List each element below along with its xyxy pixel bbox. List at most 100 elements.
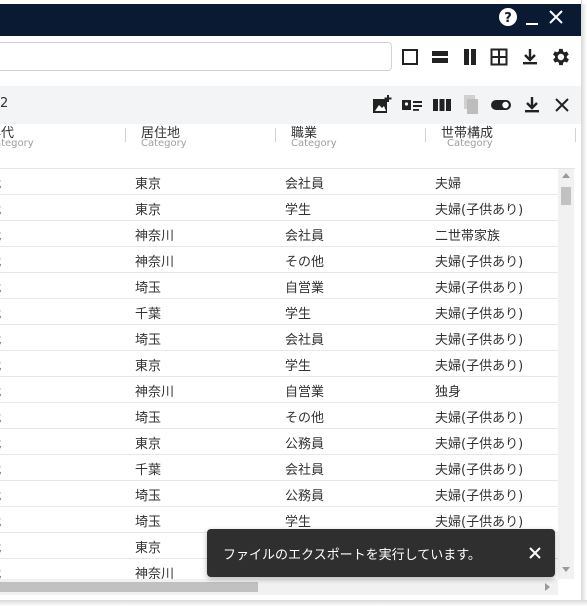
- close-icon[interactable]: [525, 543, 545, 563]
- split-horizontal-icon[interactable]: [429, 47, 451, 67]
- svg-text:?: ?: [504, 11, 512, 26]
- table-cell: 代: [0, 407, 1, 426]
- add-image-icon[interactable]: [371, 95, 393, 115]
- table-cell: 神奈川: [135, 385, 175, 400]
- table-cell: 夫婦: [435, 177, 462, 192]
- table-cell: 代: [0, 537, 1, 556]
- table-cell: 埼玉: [135, 489, 162, 504]
- column-type: Category: [291, 138, 337, 149]
- table-cell: 自営業: [285, 281, 325, 296]
- table-cell: その他: [285, 255, 325, 270]
- table-row[interactable]: 代 神奈川 その他 夫婦(子供あり): [0, 247, 558, 273]
- horizontal-scrollbar[interactable]: [0, 579, 558, 595]
- column-header-residence[interactable]: 居住地 Category: [141, 122, 271, 168]
- copy-icon[interactable]: [460, 95, 482, 115]
- column-separator[interactable]: [425, 128, 426, 142]
- column-header-age[interactable]: 年代 Category: [0, 122, 120, 168]
- table-cell: 東京: [135, 359, 162, 374]
- table-cell: 夫婦(子供あり): [435, 255, 524, 270]
- settings-gear-icon[interactable]: [548, 47, 572, 67]
- table-row[interactable]: 代 千葉 会社員 夫婦(子供あり): [0, 455, 558, 481]
- download-icon[interactable]: [519, 47, 541, 67]
- single-view-icon[interactable]: [399, 47, 421, 67]
- table-cell: 代: [0, 225, 1, 244]
- search-input[interactable]: [0, 42, 392, 71]
- table-cell: 公務員: [285, 437, 325, 452]
- table-cell: その他: [285, 411, 325, 426]
- columns-icon[interactable]: [431, 95, 453, 115]
- title-bar: [0, 4, 581, 36]
- table-cell: 神奈川: [135, 229, 175, 244]
- table-cell: 夫婦(子供あり): [435, 515, 524, 530]
- table-row[interactable]: 代 東京 公務員 夫婦(子供あり): [0, 429, 558, 455]
- column-separator[interactable]: [575, 128, 576, 142]
- table-cell: 公務員: [285, 489, 325, 504]
- close-icon[interactable]: [546, 7, 566, 27]
- table-cell: 神奈川: [135, 567, 175, 579]
- table-cell: 会社員: [285, 333, 325, 348]
- toggle-icon[interactable]: [490, 95, 512, 115]
- table-cell: 会社員: [285, 229, 325, 244]
- table-cell: 学生: [285, 307, 312, 322]
- column-separator[interactable]: [125, 128, 126, 142]
- table-row[interactable]: 代 神奈川 自営業 独身: [0, 377, 558, 403]
- window-shadow-bottom: [0, 600, 587, 606]
- table-cell: 埼玉: [135, 515, 162, 530]
- vertical-scrollbar[interactable]: [558, 169, 574, 579]
- table-row[interactable]: 代 神奈川 会社員 二世帯家族: [0, 221, 558, 247]
- card-list-icon[interactable]: [401, 95, 423, 115]
- table-cell: 夫婦(子供あり): [435, 333, 524, 348]
- table-cell: 夫婦(子供あり): [435, 489, 524, 504]
- table-cell: 学生: [285, 515, 312, 530]
- table-cell: 夫婦(子供あり): [435, 437, 524, 452]
- table-cell: 神奈川: [135, 255, 175, 270]
- table-cell: 代: [0, 277, 1, 296]
- table-row[interactable]: 代 東京 会社員 夫婦: [0, 169, 558, 195]
- scroll-right-icon[interactable]: [545, 583, 550, 591]
- scroll-up-icon[interactable]: [562, 173, 570, 178]
- column-header-household[interactable]: 世帯構成 Category: [441, 122, 571, 168]
- column-type: Category: [0, 138, 34, 149]
- table-cell: 東京: [135, 437, 162, 452]
- table-cell: 自営業: [285, 385, 325, 400]
- table-row[interactable]: 代 東京 学生 夫婦(子供あり): [0, 351, 558, 377]
- table-cell: 会社員: [285, 463, 325, 478]
- help-circle-icon[interactable]: ?: [497, 7, 519, 27]
- scroll-down-icon[interactable]: [562, 567, 570, 572]
- row-count: 2: [0, 96, 9, 111]
- table-cell: 代: [0, 381, 1, 400]
- table-cell: 東京: [135, 541, 162, 556]
- table-row[interactable]: 代 埼玉 会社員 夫婦(子供あり): [0, 325, 558, 351]
- table-row[interactable]: 代 千葉 学生 夫婦(子供あり): [0, 299, 558, 325]
- table-cell: 学生: [285, 203, 312, 218]
- table-cell: 代: [0, 433, 1, 452]
- table-cell: 二世帯家族: [435, 229, 501, 244]
- table-cell: 代: [0, 173, 1, 192]
- table-cell: 代: [0, 511, 1, 530]
- table-row[interactable]: 代 埼玉 その他 夫婦(子供あり): [0, 403, 558, 429]
- horizontal-scroll-thumb[interactable]: [0, 582, 258, 592]
- minimize-icon[interactable]: [523, 7, 541, 27]
- table-row[interactable]: 代 東京 学生 夫婦(子供あり): [0, 195, 558, 221]
- window-shadow-right: [581, 4, 587, 606]
- table-cell: 夫婦(子供あり): [435, 359, 524, 374]
- table-row[interactable]: 代 埼玉 自営業 夫婦(子供あり): [0, 273, 558, 299]
- toast-message: ファイルのエクスポートを実行しています。: [223, 548, 481, 563]
- split-vertical-icon[interactable]: [459, 47, 481, 67]
- table-cell: 千葉: [135, 463, 162, 478]
- table-cell: 学生: [285, 359, 312, 374]
- column-separator[interactable]: [275, 128, 276, 142]
- table-cell: 東京: [135, 203, 162, 218]
- grid-view-icon[interactable]: [488, 47, 510, 67]
- table-cell: 代: [0, 251, 1, 270]
- table-cell: 埼玉: [135, 333, 162, 348]
- download-icon[interactable]: [521, 95, 543, 115]
- vertical-scroll-thumb[interactable]: [561, 187, 571, 205]
- table-cell: 夫婦(子供あり): [435, 307, 524, 322]
- table-row[interactable]: 代 埼玉 公務員 夫婦(子供あり): [0, 481, 558, 507]
- column-type: Category: [141, 138, 187, 149]
- column-header-occupation[interactable]: 職業 Category: [291, 122, 421, 168]
- close-icon[interactable]: [551, 95, 573, 115]
- table-cell: 代: [0, 355, 1, 374]
- table-cell: 代: [0, 485, 1, 504]
